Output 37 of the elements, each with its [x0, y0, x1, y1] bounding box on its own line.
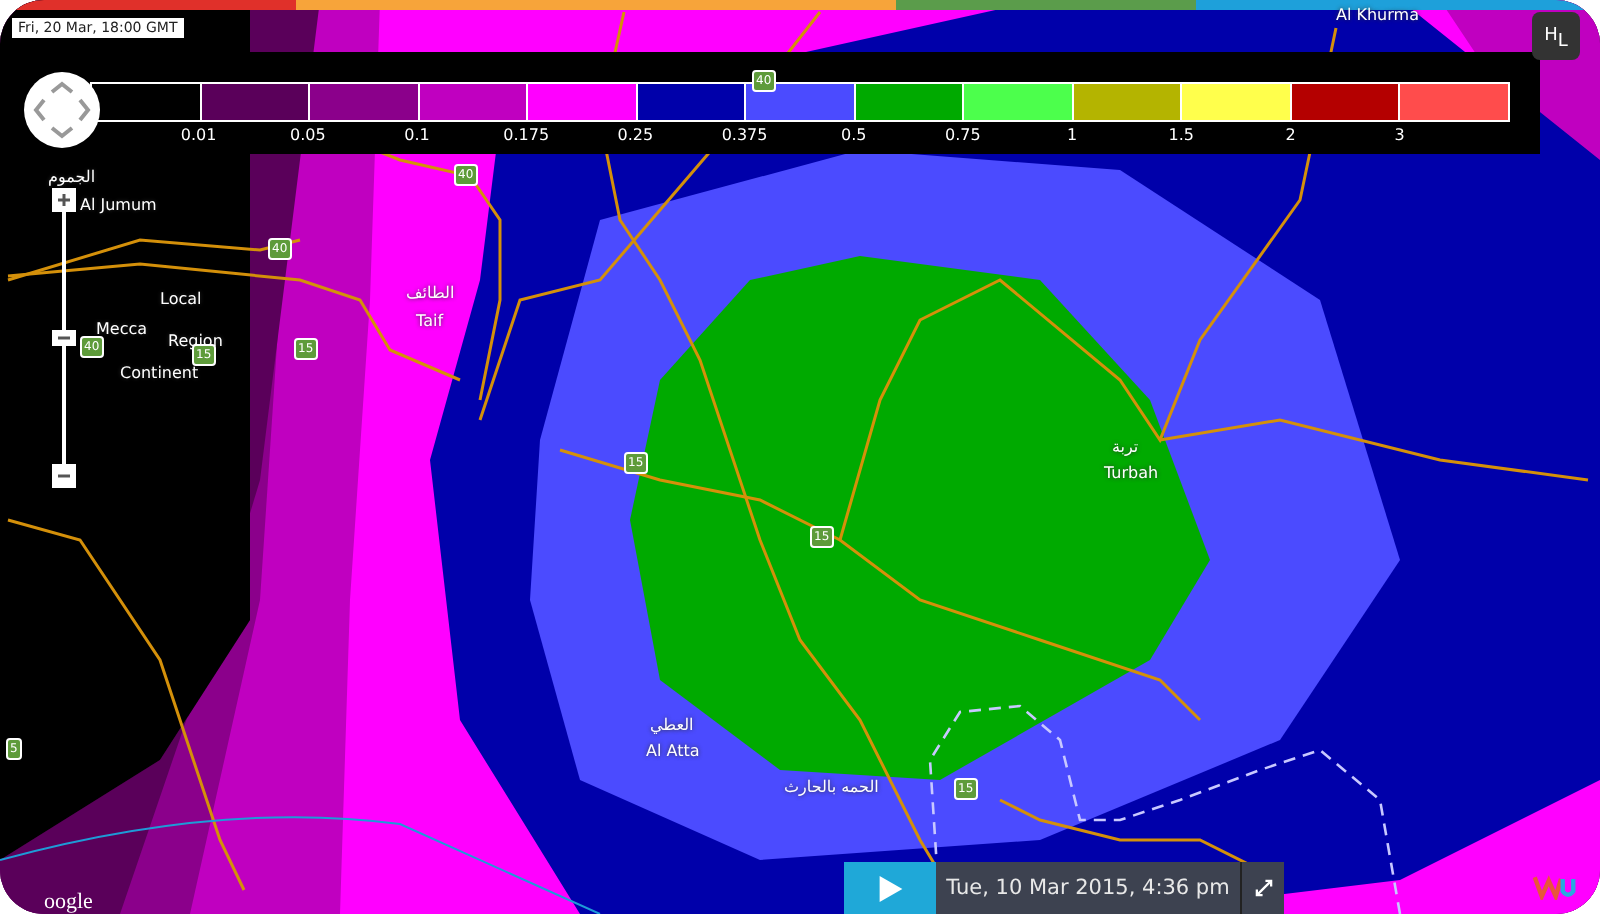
place-label: العطي [650, 716, 694, 736]
legend-label: 0.05 [287, 126, 328, 146]
legend-label: 0.5 [838, 126, 869, 146]
play-icon [877, 873, 903, 903]
logo-icon [1532, 872, 1576, 900]
legend-label: 0.1 [402, 126, 432, 146]
place-label: الطائف [406, 284, 455, 304]
place-label: تربة [1112, 438, 1139, 458]
map-attribution: oogle [44, 890, 93, 914]
place-label: Taif [416, 312, 444, 332]
play-button[interactable] [844, 862, 936, 914]
place-label: Turbah [1104, 464, 1159, 484]
legend-label: 0.375 [719, 126, 770, 146]
legend-label: 0.175 [501, 126, 552, 146]
legend-label: 1 [1065, 126, 1080, 146]
expand-icon [1253, 878, 1273, 898]
date-label: Tue, 10 Mar 2015, 4:36 pm [944, 876, 1232, 900]
place-label: Continent [120, 364, 199, 384]
zoom-in-icon[interactable] [52, 188, 76, 212]
place-label: Al Jumum [80, 196, 157, 216]
place-label: الجموم [48, 168, 96, 188]
place-label: Al Khurma [1336, 6, 1419, 26]
legend-label: 3 [1392, 126, 1407, 146]
legend-label: 0.01 [178, 126, 219, 146]
place-label: Local [160, 290, 202, 310]
legend-label: 1.5 [1166, 126, 1196, 146]
place-label: Mecca [96, 320, 148, 340]
legend-label: 0.25 [615, 126, 656, 146]
place-label: الحمه بالحارث [784, 778, 879, 798]
legend-label: 0.75 [943, 126, 983, 146]
zoom-out-icon[interactable] [52, 464, 76, 488]
zoom-handle[interactable] [52, 330, 76, 346]
pan-control-icon[interactable] [24, 72, 100, 148]
legend-label: 2 [1283, 126, 1298, 146]
expand-button[interactable] [1240, 862, 1284, 914]
place-label: Al Atta [646, 742, 700, 762]
layer-toggle-button[interactable]: HL [1532, 12, 1580, 60]
